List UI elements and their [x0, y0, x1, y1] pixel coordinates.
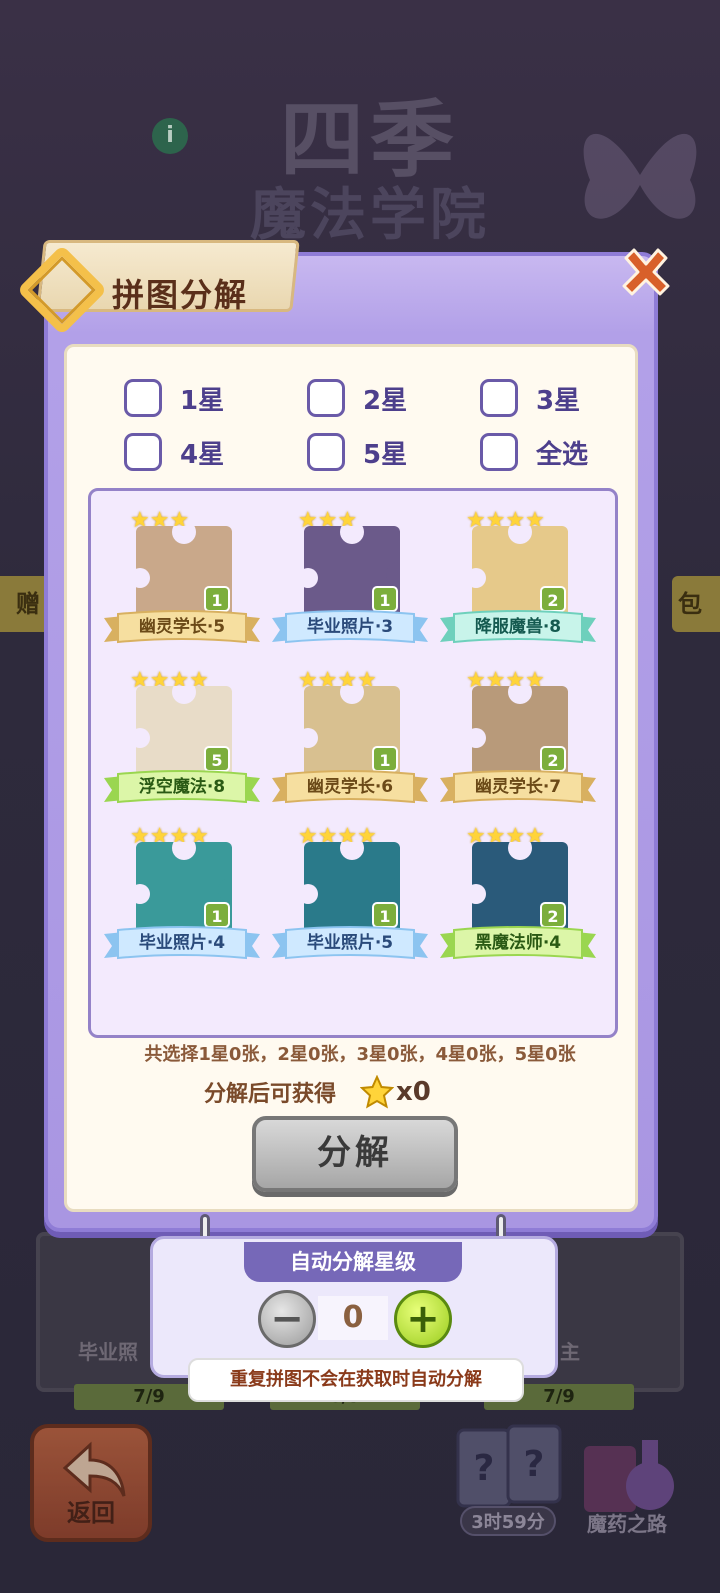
filter-label: 4星 [180, 439, 225, 470]
filter-5-star[interactable]: 5星 [307, 432, 407, 472]
piece-name: 浮空魔法·8 [138, 777, 226, 797]
countdown-timer: 3时59分 [460, 1506, 556, 1536]
album-card-label: 主 [560, 1340, 580, 1364]
potion-icon[interactable] [578, 1420, 678, 1520]
logo-line-1: 四季 [279, 90, 460, 189]
close-button[interactable] [614, 242, 678, 306]
piece-count-badge: 2 [540, 746, 566, 772]
selection-summary: 共选择1星0张，2星0张，3星0张，4星0张，5星0张 [144, 1044, 576, 1065]
gain-label: 分解后可获得 [204, 1082, 337, 1107]
filter-label: 全选 [536, 439, 589, 470]
game-logo: 四季 魔法学院 [180, 95, 560, 255]
filter-label: 2星 [363, 385, 408, 416]
back-arrow-icon [62, 1441, 126, 1497]
piece-name-ribbon: 黑魔法师·4 [440, 926, 596, 964]
filter-4-star[interactable]: 4星 [124, 432, 224, 472]
piece-count-badge: 1 [204, 902, 230, 928]
back-button[interactable]: 返回 [30, 1424, 152, 1542]
dialog-title: 拼图分解 [112, 276, 249, 314]
piece-count-badge: 1 [372, 902, 398, 928]
piece-name: 降服魔兽·8 [474, 617, 562, 637]
piece-name-ribbon: 幽灵学长·5 [104, 610, 260, 648]
piece-name: 毕业照片·3 [306, 617, 394, 637]
piece-name-ribbon: 毕业照片·4 [104, 926, 260, 964]
checkbox[interactable] [124, 379, 162, 417]
piece-name-ribbon: 幽灵学长·7 [440, 770, 596, 808]
piece-count-badge: 5 [204, 746, 230, 772]
back-label: 返回 [67, 1499, 115, 1527]
star-icon [360, 1075, 395, 1109]
checkbox[interactable] [307, 433, 345, 471]
logo-line-2: 魔法学院 [250, 182, 490, 248]
checkbox[interactable] [124, 433, 162, 471]
checkbox[interactable] [307, 379, 345, 417]
puzzle-piece[interactable]: ★★★★ 1 毕业照片·4 [100, 826, 260, 976]
puzzle-piece[interactable]: ★★★★ 5 浮空魔法·8 [100, 670, 260, 820]
puzzle-piece[interactable]: ★★★★ 2 幽灵学长·7 [436, 670, 596, 820]
filter-3-star[interactable]: 3星 [480, 378, 580, 418]
decompose-button[interactable]: 分解 [252, 1116, 458, 1192]
piece-count-badge: 1 [204, 586, 230, 612]
piece-name: 幽灵学长·5 [138, 617, 226, 637]
album-card-label: 毕业照 [78, 1340, 138, 1364]
piece-name-ribbon: 毕业照片·3 [272, 610, 428, 648]
piece-name: 幽灵学长·7 [474, 777, 562, 797]
puzzle-piece[interactable]: ★★★ 1 毕业照片·3 [268, 510, 428, 660]
filter-select-all[interactable]: 全选 [480, 432, 588, 472]
increase-button[interactable]: + [394, 1290, 452, 1348]
checkbox[interactable] [480, 433, 518, 471]
piece-name: 毕业照片·4 [138, 933, 226, 953]
filter-label: 5星 [363, 439, 408, 470]
puzzle-piece[interactable]: ★★★★ 1 幽灵学长·6 [268, 670, 428, 820]
puzzle-piece[interactable]: ★★★★ 1 毕业照片·5 [268, 826, 428, 976]
piece-name-ribbon: 降服魔兽·8 [440, 610, 596, 648]
piece-count-badge: 1 [372, 746, 398, 772]
gain-value: x0 [396, 1077, 431, 1107]
svg-text:?: ? [524, 1444, 545, 1485]
piece-name-ribbon: 毕业照片·5 [272, 926, 428, 964]
auto-decompose-tip: 重复拼图不会在获取时自动分解 [188, 1358, 524, 1402]
piece-count-badge: 1 [372, 586, 398, 612]
decrease-button[interactable]: − [258, 1290, 316, 1348]
potion-road-label: 魔药之路 [587, 1512, 667, 1536]
gift-banner-right[interactable]: 包 [672, 576, 720, 632]
butterfly-icon [583, 133, 697, 219]
piece-name: 黑魔法师·4 [474, 933, 562, 953]
puzzle-piece[interactable]: ★★★ 1 幽灵学长·5 [100, 510, 260, 660]
puzzle-piece[interactable]: ★★★★ 2 降服魔兽·8 [436, 510, 596, 660]
filter-label: 1星 [180, 385, 225, 416]
star-level-value: 0 [318, 1296, 388, 1340]
close-icon [622, 248, 670, 296]
puzzle-piece[interactable]: ★★★★ 2 黑魔法师·4 [436, 826, 596, 976]
filter-label: 3星 [536, 385, 581, 416]
piece-name: 毕业照片·5 [306, 933, 394, 953]
piece-name: 幽灵学长·6 [306, 777, 394, 797]
checkbox[interactable] [480, 379, 518, 417]
piece-count-badge: 2 [540, 586, 566, 612]
piece-name-ribbon: 浮空魔法·8 [104, 770, 260, 808]
piece-count-badge: 2 [540, 902, 566, 928]
filter-1-star[interactable]: 1星 [124, 378, 224, 418]
svg-text:?: ? [474, 1448, 495, 1489]
piece-name-ribbon: 幽灵学长·6 [272, 770, 428, 808]
filter-2-star[interactable]: 2星 [307, 378, 407, 418]
auto-decompose-title: 自动分解星级 [244, 1242, 462, 1282]
gain-row: 分解后可获得 x0 [204, 1072, 431, 1112]
